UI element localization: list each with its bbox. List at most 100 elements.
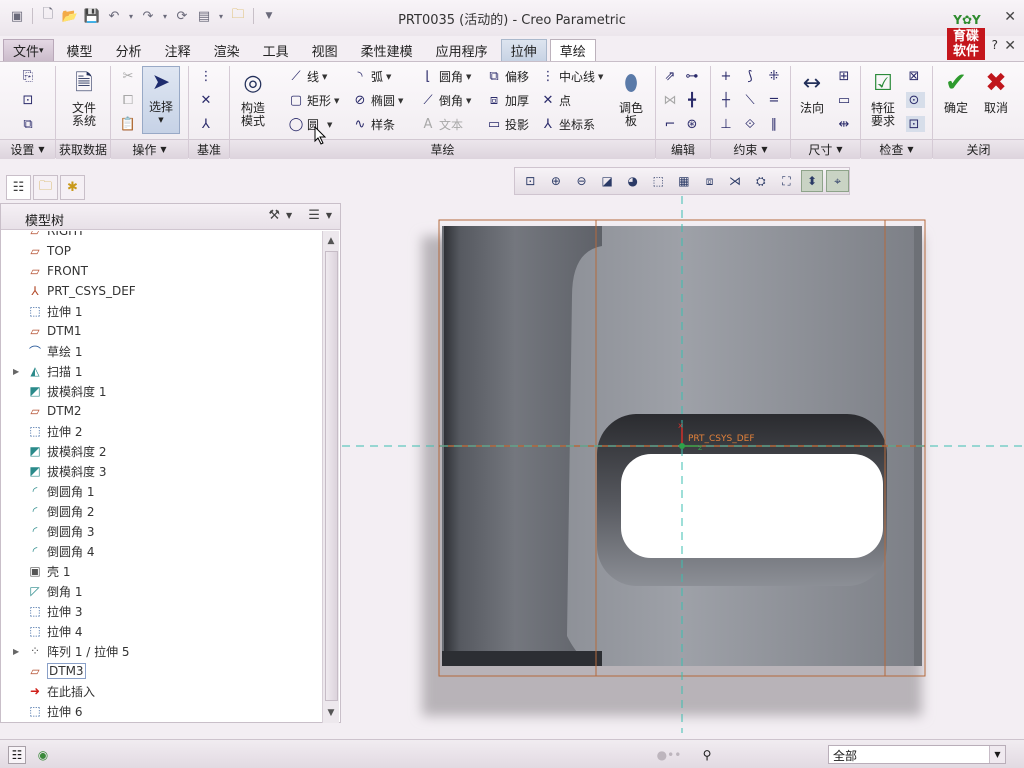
csys-origin[interactable]	[679, 443, 685, 449]
sketch-view-icon-toolbar[interactable]: ⌖	[826, 170, 849, 192]
tree-item[interactable]: ▶ ◭ 扫描 1	[1, 361, 319, 381]
slot-through-hole[interactable]	[621, 454, 883, 558]
corner-button[interactable]: ⌐	[662, 116, 681, 132]
tree-item[interactable]: ▣ 壳 1	[1, 561, 319, 581]
group-constraints[interactable]: 约束 ▼	[711, 139, 790, 159]
ellipse-button[interactable]: ⊘ 椭圆 ▼	[352, 92, 404, 109]
modify-button[interactable]: ⇗	[662, 68, 681, 84]
baseline-dim-button[interactable]: ⇹	[836, 116, 855, 132]
binoculars-find-icon[interactable]: ⚲	[698, 746, 716, 764]
delete-segment-button[interactable]: ⊶	[684, 68, 703, 84]
scroll-thumb[interactable]	[325, 251, 338, 701]
refit-icon[interactable]: ⊡	[519, 170, 542, 192]
tree-item[interactable]: ▱ FRONT	[1, 261, 319, 281]
perpendicular-constraint-button[interactable]: ⊥	[718, 116, 737, 132]
browser-toggle-icon[interactable]: ◉	[34, 746, 52, 764]
tangent-constraint-button[interactable]: ⟆	[742, 68, 761, 84]
favorites-tab-icon[interactable]: ✱	[60, 175, 85, 200]
tree-item[interactable]: ◩ 拔模斜度 1	[1, 381, 319, 401]
window-close-icon[interactable]: ✕	[1004, 9, 1016, 25]
midpoint-constraint-button[interactable]: ⁜	[766, 68, 785, 84]
rectangle-button[interactable]: ▢ 矩形 ▼	[288, 92, 340, 109]
repaint-icon[interactable]: ◪	[596, 170, 619, 192]
reference-dim-button[interactable]: ▭	[836, 92, 855, 108]
fillet-button[interactable]: ⌊ 圆角 ▼	[420, 68, 471, 85]
zoom-out-icon[interactable]: ⊖	[570, 170, 593, 192]
tree-settings-dropdown-icon[interactable]: ▼	[286, 211, 292, 220]
arc-dropdown-icon[interactable]: ▼	[386, 73, 391, 81]
horizontal-constraint-button[interactable]: ┼	[718, 92, 737, 108]
view-manager-icon[interactable]: ▦	[673, 170, 696, 192]
group-dimension[interactable]: 尺寸 ▼	[791, 139, 860, 159]
overlap-geometry-button[interactable]: ⊠	[906, 68, 925, 84]
normal-dimension-button[interactable]: ↔ 法向	[794, 68, 830, 115]
arc-button[interactable]: ◝ 弧 ▼	[352, 68, 391, 85]
selection-filter-select[interactable]: 全部 ▼	[828, 745, 1006, 764]
divide-button[interactable]: ╋	[684, 92, 703, 108]
centerline-button[interactable]: ⋮ 中心线 ▼	[540, 68, 604, 85]
tree-item[interactable]: ▱ DTM2	[1, 401, 319, 421]
tree-item[interactable]: ⬚ 拉伸 6	[1, 701, 319, 721]
tree-item[interactable]: ▱ DTM3	[1, 661, 319, 681]
model-viewport[interactable]: PRT_CSYS_DEF x z	[342, 196, 1024, 733]
shade-closed-loops-button[interactable]: ⊡	[906, 116, 925, 132]
equal-constraint-button[interactable]: =	[766, 92, 785, 108]
tree-item[interactable]: ⬚ 拉伸 4	[1, 621, 319, 641]
ribbon-tab[interactable]: 注释	[155, 39, 201, 61]
ribbon-tab[interactable]: 渲染	[204, 39, 250, 61]
tree-item[interactable]: ▱ TOP	[1, 241, 319, 261]
line-button[interactable]: ⟋ 线 ▼	[288, 68, 327, 85]
tree-item[interactable]: ◜ 倒圆角 1	[1, 481, 319, 501]
tree-item[interactable]: ◜ 倒圆角 3	[1, 521, 319, 541]
ellipse-dropdown-icon[interactable]: ▼	[398, 97, 403, 105]
ribbon-tab[interactable]: 分析	[106, 39, 152, 61]
highlight-open-ends-button[interactable]: ⊙	[906, 92, 925, 108]
tree-show-icon[interactable]: ☰	[308, 208, 320, 223]
tree-item[interactable]: ◩ 拔模斜度 2	[1, 441, 319, 461]
tree-show-dropdown-icon[interactable]: ▼	[326, 211, 332, 220]
text-button[interactable]: A 文本	[420, 116, 463, 133]
sketch-setup-button[interactable]: ⎘	[20, 68, 39, 84]
datum-point-button[interactable]: ✕	[198, 92, 217, 108]
expand-arrow-icon[interactable]: ▶	[13, 647, 27, 656]
file-system-button[interactable]: 🗎 文件 系统	[66, 68, 102, 128]
tree-item[interactable]: ▱ DTM1	[1, 321, 319, 341]
scroll-up-icon[interactable]: ▲	[323, 233, 339, 249]
tree-item[interactable]: ◜ 倒圆角 4	[1, 541, 319, 561]
tree-settings-icon[interactable]: ⚒	[268, 208, 280, 223]
graphics-window[interactable]: PRT_CSYS_DEF x z	[342, 196, 1024, 733]
tree-item[interactable]: ▱ RIGHT	[1, 231, 319, 241]
chamfer-button[interactable]: ⟋ 倒角 ▼	[420, 92, 471, 109]
group-inspect[interactable]: 检查 ▼	[861, 139, 932, 159]
tree-item[interactable]: ➜ 在此插入	[1, 681, 319, 701]
display-style-icon[interactable]: ◕	[621, 170, 644, 192]
point-button[interactable]: ✕ 点	[540, 92, 571, 109]
tree-item[interactable]: ⬚ 拉伸 3	[1, 601, 319, 621]
spin-center-icon[interactable]: ⛶	[775, 170, 798, 192]
tree-item[interactable]: ⌒ 草绘 1	[1, 341, 319, 361]
chamfer-dropdown-icon[interactable]: ▼	[466, 97, 471, 105]
coincident-constraint-button[interactable]: ⟍	[742, 92, 761, 108]
ribbon-tab[interactable]: 草绘	[549, 39, 596, 61]
ok-button[interactable]: ✔ 确定	[938, 68, 974, 115]
tree-item[interactable]: ◜ 倒圆角 2	[1, 501, 319, 521]
rotate-resize-button[interactable]: ⊛	[684, 116, 703, 132]
annotation-display-icon[interactable]: ⛭	[749, 170, 772, 192]
tree-item[interactable]: ⬚ 拉伸 1	[1, 301, 319, 321]
group-setup[interactable]: 设置 ▼	[0, 139, 55, 159]
datum-centerline-button[interactable]: ⋮	[198, 68, 217, 84]
centerline-dropdown-icon[interactable]: ▼	[598, 73, 603, 81]
ribbon-tab[interactable]: 模型	[57, 39, 103, 61]
sketch-display-filter-icon[interactable]: ⬍	[800, 170, 824, 192]
sketch-view-button[interactable]: ⊡	[20, 92, 39, 108]
feature-requirements-button[interactable]: ☑ 特征 要求	[864, 68, 902, 128]
datum-csys-button[interactable]: ⅄	[198, 116, 217, 132]
cut-button[interactable]: ✂	[120, 68, 139, 84]
perspective-icon[interactable]: ⧈	[698, 170, 721, 192]
offset-button[interactable]: ⧉ 偏移	[486, 68, 529, 85]
expand-arrow-icon[interactable]: ▶	[13, 367, 27, 376]
model-tree-scrollbar[interactable]: ▲ ▼	[322, 231, 339, 723]
ribbon-tab[interactable]: 柔性建模	[351, 39, 423, 61]
line-dropdown-icon[interactable]: ▼	[322, 73, 327, 81]
fillet-dropdown-icon[interactable]: ▼	[466, 73, 471, 81]
